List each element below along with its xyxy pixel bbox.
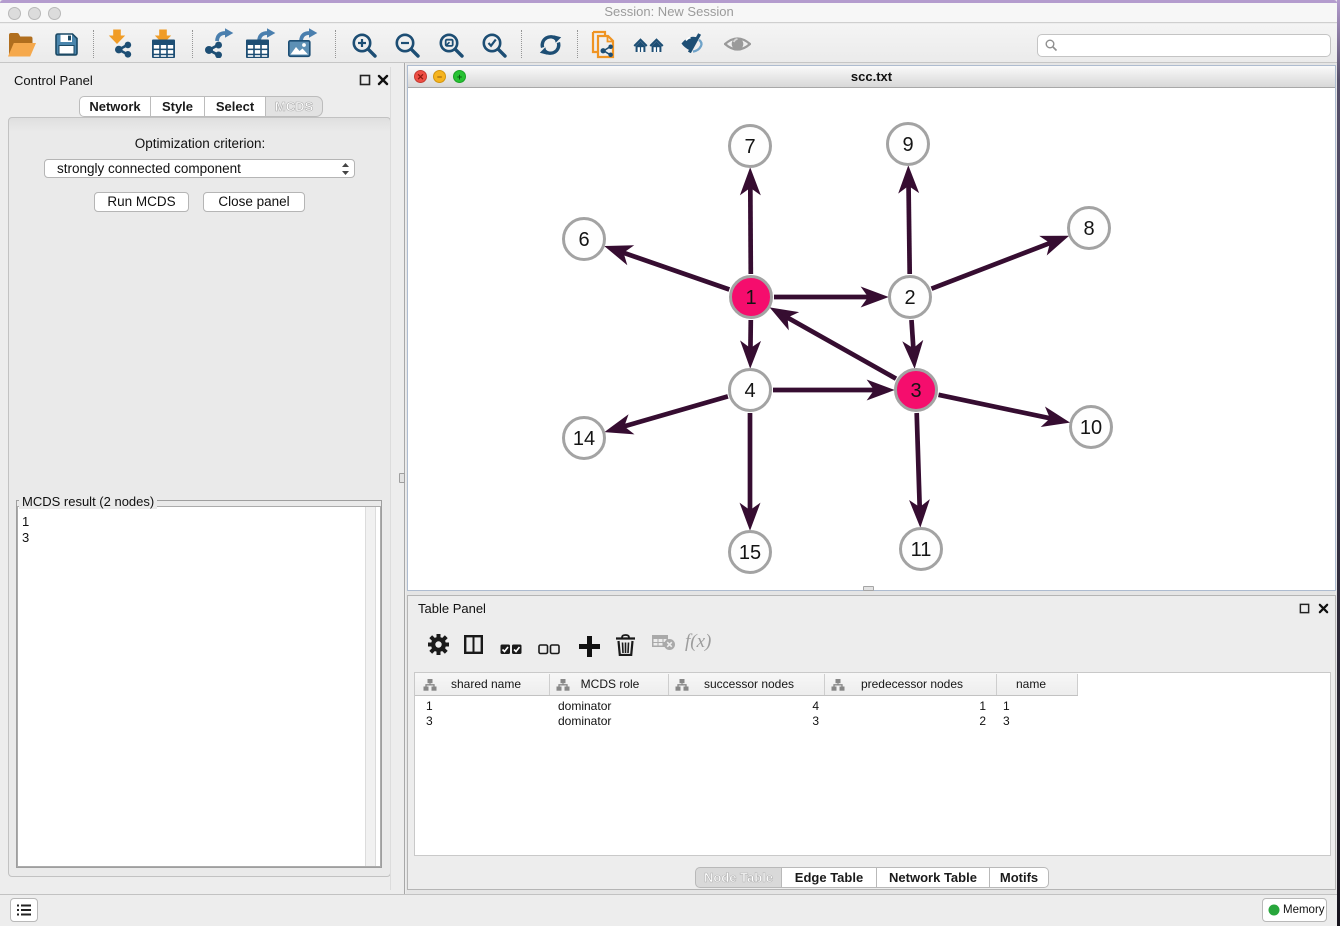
- svg-text:15: 15: [739, 542, 761, 564]
- svg-text:3: 3: [910, 380, 921, 402]
- svg-text:14: 14: [573, 428, 595, 450]
- svg-text:1: 1: [745, 287, 756, 309]
- svg-text:11: 11: [911, 539, 932, 561]
- svg-text:8: 8: [1083, 218, 1094, 240]
- svg-text:9: 9: [902, 134, 913, 156]
- svg-text:7: 7: [744, 136, 755, 158]
- svg-text:4: 4: [744, 380, 755, 402]
- svg-text:2: 2: [904, 287, 915, 309]
- svg-text:6: 6: [578, 229, 589, 251]
- svg-text:10: 10: [1080, 417, 1102, 439]
